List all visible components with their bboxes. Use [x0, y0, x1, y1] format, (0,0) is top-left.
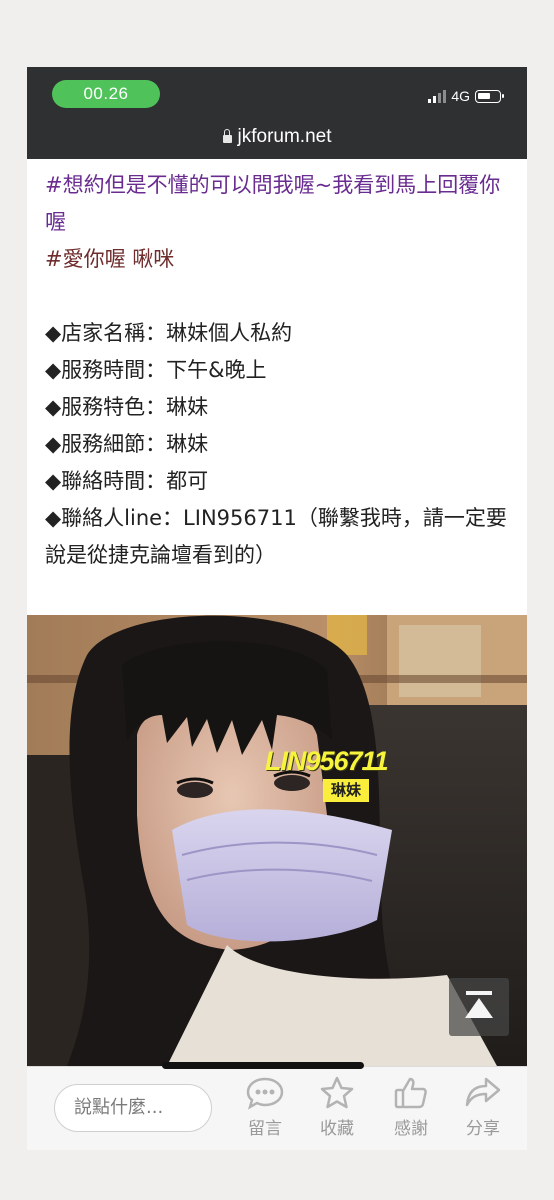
share-label: 分享 [466, 1119, 500, 1139]
star-icon [320, 1076, 354, 1109]
share-icon [465, 1077, 501, 1107]
watermark-name: 琳妹 [323, 779, 370, 802]
share-button[interactable]: 分享 [455, 1075, 511, 1139]
detail-service-detail: ◆服務細節：琳妹 [45, 432, 209, 456]
bottom-action-bar: 說點什麼... 留言 收藏 感謝 分享 [27, 1066, 527, 1150]
favorite-button[interactable]: 收藏 [309, 1075, 365, 1139]
signal-icon [428, 89, 447, 103]
comment-button[interactable]: 留言 [237, 1075, 293, 1139]
post-content: #想約但是不懂的可以問我喔~我看到馬上回覆你喔 #愛你喔 啾咪 ◆店家名稱：琳妹… [27, 159, 527, 1066]
lock-icon [222, 129, 232, 143]
scroll-to-top-icon [466, 991, 492, 995]
post-photo[interactable]: LIN956711 琳妹 [27, 615, 527, 1066]
detail-service-time: ◆服務時間：下午&晚上 [45, 358, 267, 382]
home-indicator[interactable] [162, 1062, 364, 1069]
status-icons: 4G [428, 87, 504, 105]
watermark-id: LIN956711 [265, 746, 389, 776]
network-label: 4G [451, 88, 470, 104]
comment-label: 留言 [248, 1119, 282, 1139]
time-pill[interactable]: 00.26 [52, 80, 160, 108]
detail-contact-time: ◆聯絡時間：都可 [45, 469, 209, 493]
url-text: jkforum.net [237, 126, 332, 147]
detail-service-feature: ◆服務特色：琳妹 [45, 395, 209, 419]
hashtag-line[interactable]: #愛你喔 啾咪 [45, 241, 515, 278]
post-body: #想約但是不懂的可以問我喔~我看到馬上回覆你喔 #愛你喔 啾咪 ◆店家名稱：琳妹… [45, 167, 515, 574]
thanks-label: 感謝 [394, 1119, 428, 1139]
watermark: LIN956711 琳妹 [265, 746, 389, 802]
favorite-label: 收藏 [320, 1119, 354, 1139]
status-bar: 00.26 4G [27, 67, 527, 115]
thanks-button[interactable]: 感謝 [383, 1075, 439, 1139]
scroll-to-top-button[interactable] [449, 978, 509, 1036]
address-bar[interactable]: jkforum.net [27, 115, 527, 159]
hashtag-line[interactable]: #想約但是不懂的可以問我喔~我看到馬上回覆你喔 [45, 167, 515, 241]
comment-icon [246, 1077, 284, 1110]
comment-input[interactable]: 說點什麼... [54, 1084, 212, 1132]
phone-screen: 00.26 4G jkforum.net #想約但是不懂的可以問我喔~我看到馬上… [27, 67, 527, 1150]
thumbs-up-icon [394, 1077, 427, 1109]
battery-icon [475, 89, 504, 103]
detail-contact-line: ◆聯絡人line：LIN956711（聯繫我時，請一定要說是從捷克論壇看到的） [45, 506, 507, 567]
detail-store-name: ◆店家名稱：琳妹個人私約 [45, 321, 293, 345]
